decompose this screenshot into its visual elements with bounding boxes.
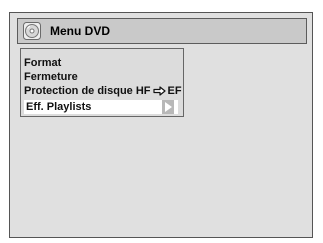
dvd-menu: Format Fermeture Protection de disque HF… <box>20 48 184 117</box>
menu-item-label: Format <box>24 57 62 69</box>
play-triangle-icon <box>162 100 174 114</box>
menu-item-label: Fermeture <box>24 71 78 83</box>
dvd-screen: Menu DVD Format Fermeture Protection de … <box>9 12 313 238</box>
right-arrow-icon <box>152 86 166 96</box>
menu-item-eff-playlists[interactable]: Eff. Playlists <box>24 100 178 114</box>
disc-icon <box>23 22 41 40</box>
protection-value: EF <box>167 85 182 97</box>
menu-item-format[interactable]: Format <box>24 56 61 70</box>
menu-item-fermeture[interactable]: Fermeture <box>24 70 78 84</box>
menu-item-label: Eff. Playlists <box>26 101 92 113</box>
menu-item-label: Protection de disque HF <box>24 85 151 97</box>
page-title: Menu DVD <box>50 24 110 38</box>
title-bar: Menu DVD <box>17 18 307 44</box>
menu-item-protection[interactable]: Protection de disque HF EF <box>24 84 182 98</box>
